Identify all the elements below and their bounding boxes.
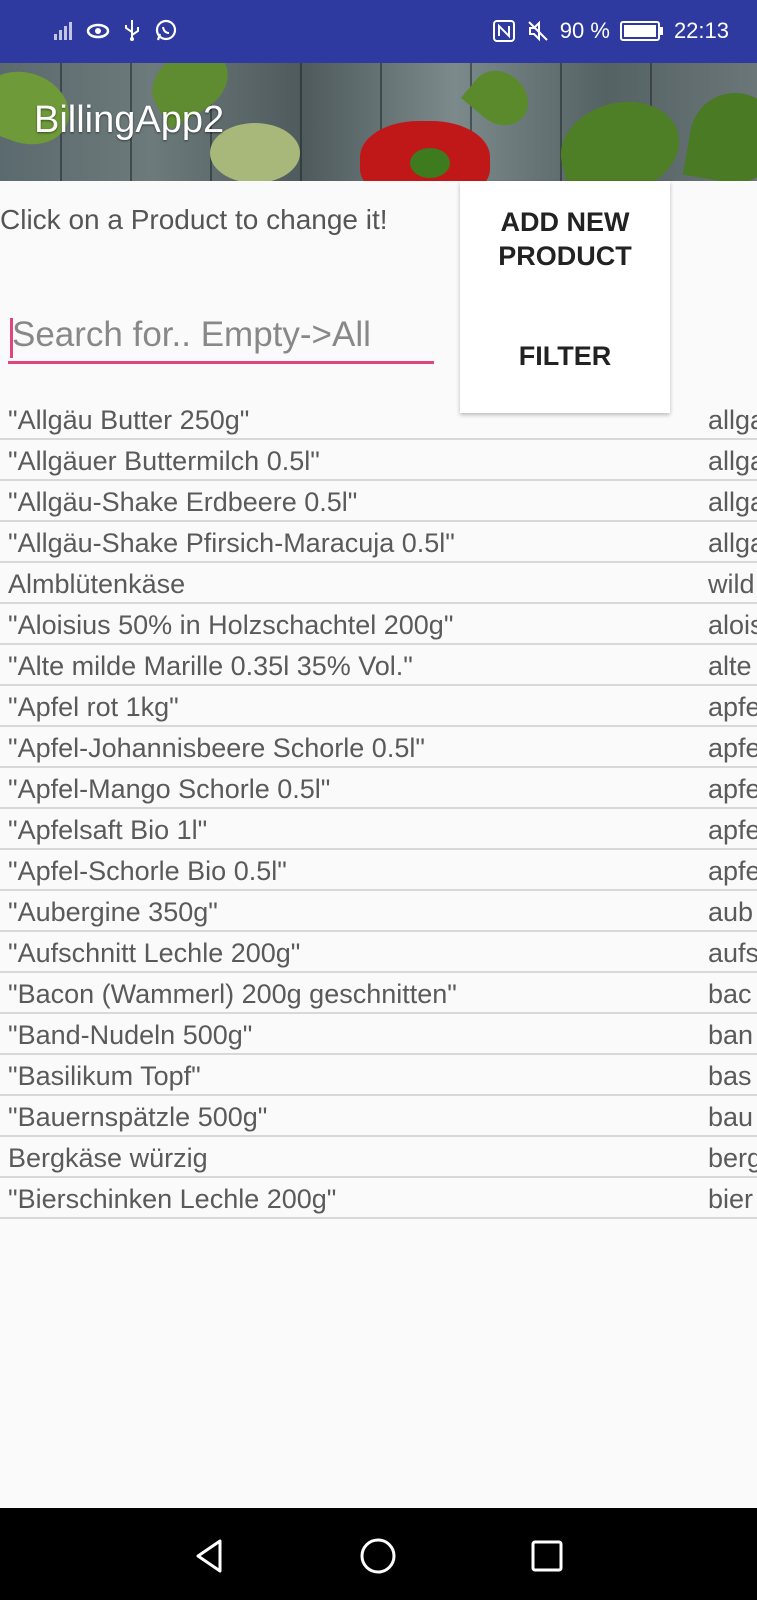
status-bar: 90 % 22:13	[0, 0, 757, 63]
product-name: "Alte milde Marille 0.35l 35% Vol."	[8, 651, 413, 681]
product-key: allga	[708, 487, 757, 517]
product-name: "Band-Nudeln 500g"	[8, 1020, 253, 1050]
product-key: allga	[708, 405, 757, 435]
product-key: bier	[708, 1184, 754, 1214]
text-cursor	[10, 318, 13, 358]
list-item[interactable]: "Basilikum Topf" bas	[0, 1055, 757, 1096]
list-item[interactable]: "Apfelsaft Bio 1l" apfe	[0, 809, 757, 850]
product-name: "Basilikum Topf"	[8, 1061, 201, 1091]
product-key: wild	[708, 569, 755, 599]
add-new-product-button[interactable]: ADD NEW PRODUCT	[460, 205, 670, 273]
signal-icon	[54, 22, 72, 40]
mute-icon	[528, 20, 548, 42]
product-name: "Allgäuer Buttermilch 0.5l"	[8, 446, 320, 476]
list-item[interactable]: "Bacon (Wammerl) 200g geschnitten" bac	[0, 973, 757, 1014]
list-item[interactable]: "Apfel-Mango Schorle 0.5l" apfe	[0, 768, 757, 809]
list-item[interactable]: "Allgäu-Shake Erdbeere 0.5l" allga	[0, 481, 757, 522]
clock: 22:13	[673, 18, 729, 43]
product-key: bac	[708, 979, 752, 1009]
product-key: allga	[708, 528, 757, 558]
product-key: bas	[708, 1061, 752, 1091]
list-item[interactable]: "Apfel-Schorle Bio 0.5l" apfe	[0, 850, 757, 891]
list-item[interactable]: "Apfel-Johannisbeere Schorle 0.5l" apfe	[0, 727, 757, 768]
product-name: "Allgäu-Shake Erdbeere 0.5l"	[8, 487, 358, 517]
product-key: aufs	[708, 938, 757, 968]
product-key: apfe	[708, 774, 757, 804]
filter-button[interactable]: FILTER	[460, 341, 670, 372]
product-name: "Bierschinken Lechle 200g"	[8, 1184, 337, 1214]
app-title: BillingApp2	[34, 99, 225, 141]
list-item[interactable]: "Band-Nudeln 500g" ban	[0, 1014, 757, 1055]
list-item[interactable]: "Aufschnitt Lechle 200g" aufs	[0, 932, 757, 973]
product-name: "Aufschnitt Lechle 200g"	[8, 938, 301, 968]
battery-percent: 90 %	[559, 18, 610, 43]
product-key: apfe	[708, 733, 757, 763]
action-button-panel: ADD NEW PRODUCT FILTER	[460, 181, 670, 413]
product-name: "Aubergine 350g"	[8, 897, 218, 927]
product-key: aub	[708, 897, 754, 927]
list-item[interactable]: "Aloisius 50% in Holzschachtel 200g" aloi…	[0, 604, 757, 645]
add-new-product-label-line1: ADD NEW	[500, 207, 630, 237]
list-item[interactable]: "Aubergine 350g" aub	[0, 891, 757, 932]
back-icon[interactable]	[190, 1536, 230, 1576]
product-key: apfe	[708, 856, 757, 886]
search-input[interactable]	[8, 312, 434, 364]
product-name: "Apfel-Johannisbeere Schorle 0.5l"	[8, 733, 425, 763]
leaf-image	[682, 85, 757, 181]
usb-icon	[125, 20, 139, 41]
list-item[interactable]: "Allgäu-Shake Pfirsich-Maracuja 0.5l" all…	[0, 522, 757, 563]
list-item[interactable]: "Bauernspätzle 500g" bau	[0, 1096, 757, 1137]
product-list: "Allgäu Butter 250g" allga "Allgäuer Butt…	[0, 399, 757, 1219]
product-key: alois	[708, 610, 757, 640]
add-new-product-label-line2: PRODUCT	[498, 241, 632, 271]
recents-icon[interactable]	[527, 1536, 567, 1576]
instruction-text: Click on a Product to change it!	[0, 204, 388, 235]
product-key: apfe	[708, 692, 757, 722]
product-key: bau	[708, 1102, 754, 1132]
list-item[interactable]: Bergkäse würzig berg	[0, 1137, 757, 1178]
status-icons-right: 90 % 22:13	[492, 18, 729, 44]
product-name: "Bacon (Wammerl) 200g geschnitten"	[8, 979, 457, 1009]
product-name: Bergkäse würzig	[8, 1143, 208, 1173]
product-name: "Bauernspätzle 500g"	[8, 1102, 268, 1132]
product-name: "Apfel-Mango Schorle 0.5l"	[8, 774, 331, 804]
leaf-image	[550, 89, 690, 181]
leaf-image	[460, 63, 540, 137]
list-item[interactable]: "Alte milde Marille 0.35l 35% Vol." alte	[0, 645, 757, 686]
product-name: "Allgäu-Shake Pfirsich-Maracuja 0.5l"	[8, 528, 455, 558]
eye-icon	[86, 23, 110, 39]
product-name: "Apfel-Schorle Bio 0.5l"	[8, 856, 287, 886]
product-name: "Aloisius 50% in Holzschachtel 200g"	[8, 610, 454, 640]
product-key: allga	[708, 446, 757, 476]
product-name: "Allgäu Butter 250g"	[8, 405, 250, 435]
product-name: Almblütenkäse	[8, 569, 186, 599]
product-key: alte	[708, 651, 752, 681]
list-item[interactable]: "Apfel rot 1kg" apfe	[0, 686, 757, 727]
product-key: apfe	[708, 815, 757, 845]
nfc-icon	[492, 20, 515, 42]
whatsapp-icon	[155, 19, 177, 41]
app-header-banner: BillingApp2	[0, 63, 757, 181]
product-name: "Apfelsaft Bio 1l"	[8, 815, 208, 845]
product-name: "Apfel rot 1kg"	[8, 692, 179, 722]
list-item[interactable]: "Allgäu Butter 250g" allga	[0, 399, 757, 440]
list-item[interactable]: "Bierschinken Lechle 200g" bier	[0, 1178, 757, 1219]
list-item[interactable]: Almblütenkäse wild	[0, 563, 757, 604]
battery-icon	[619, 21, 663, 41]
navigation-bar	[0, 1508, 757, 1600]
product-key: berg	[708, 1143, 757, 1173]
status-icons-left	[52, 18, 178, 42]
home-icon[interactable]	[358, 1536, 398, 1576]
product-key: ban	[708, 1020, 754, 1050]
pepper-stem	[410, 148, 450, 178]
list-item[interactable]: "Allgäuer Buttermilch 0.5l" allga	[0, 440, 757, 481]
